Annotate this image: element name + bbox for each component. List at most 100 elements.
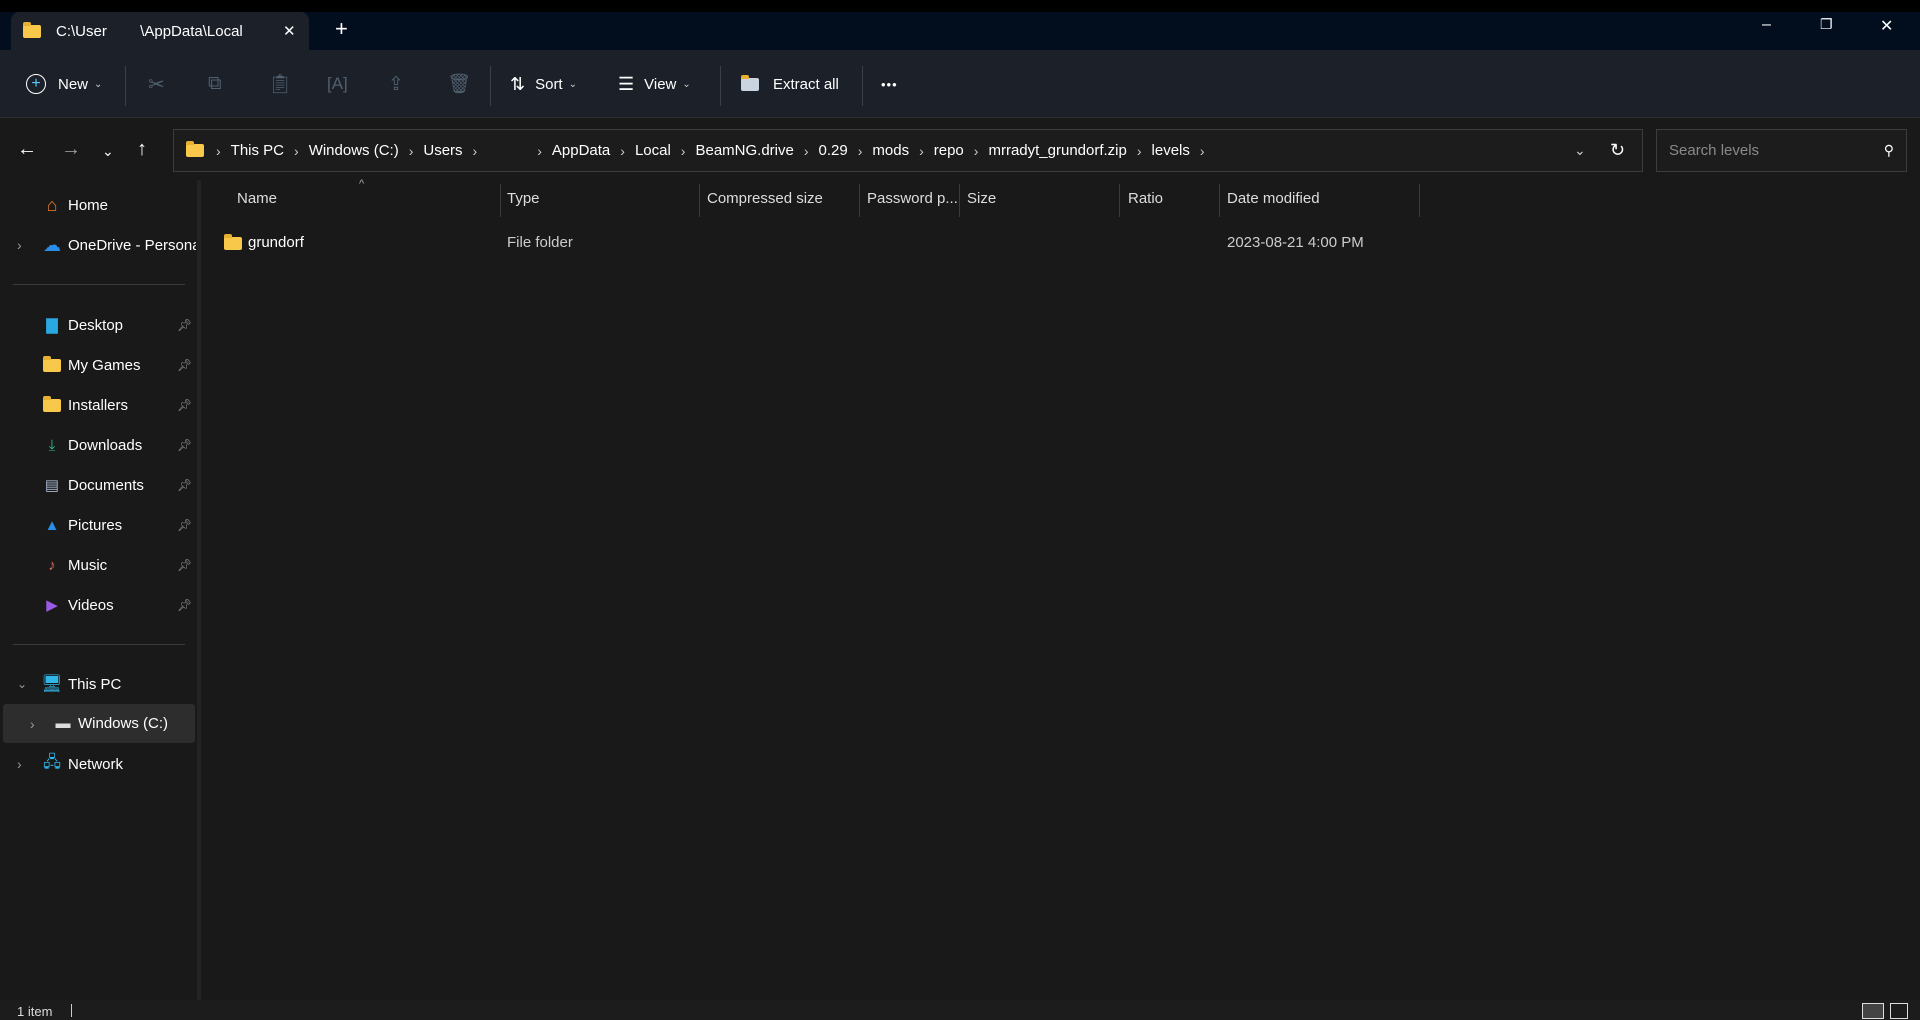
sidebar-item-videos[interactable]: ▶ Videos 📌︎	[0, 587, 195, 623]
breadcrumb-item[interactable]: Users	[423, 142, 462, 159]
address-dropdown[interactable]: ⌄	[1574, 142, 1586, 159]
pin-icon[interactable]: 📌︎	[177, 558, 192, 572]
sidebar-item-this-pc[interactable]: ⌄ 🖥︎ This PC	[0, 666, 195, 702]
address-bar[interactable]: › This PC › Windows (C:) › Users › › AppData › Lo…	[173, 129, 1643, 172]
column-header[interactable]: Compressed size	[707, 190, 823, 207]
column-resize-handle[interactable]	[959, 184, 960, 217]
back-button[interactable]: ←	[17, 138, 37, 161]
column-resize-handle[interactable]	[500, 184, 501, 217]
divider	[13, 644, 185, 645]
rename-icon[interactable]: [A]	[327, 50, 348, 118]
more-button[interactable]: •••	[881, 50, 898, 118]
cut-icon[interactable]: ✂	[148, 50, 165, 118]
chevron-right-icon[interactable]: ›	[17, 756, 22, 772]
breadcrumb-item[interactable]: Local	[635, 142, 671, 159]
minimize-button[interactable]: –	[1762, 16, 1771, 34]
restore-button[interactable]: ❐	[1820, 16, 1833, 33]
breadcrumb-item[interactable]: repo	[934, 142, 964, 159]
chevron-right-icon[interactable]: ›	[620, 143, 625, 159]
chevron-right-icon[interactable]: ›	[17, 237, 22, 253]
breadcrumb-item[interactable]: mods	[872, 142, 909, 159]
large-icons-view-button[interactable]	[1890, 1003, 1908, 1019]
chevron-right-icon[interactable]: ›	[804, 143, 809, 159]
chevron-right-icon[interactable]: ›	[1137, 143, 1142, 159]
search-box[interactable]: ⚲	[1656, 129, 1907, 172]
copy-icon[interactable]: ⧉	[208, 50, 222, 118]
view-button[interactable]: ☰ View ⌄	[618, 50, 691, 118]
pin-icon[interactable]: 📌︎	[177, 478, 192, 492]
pin-icon[interactable]: 📌︎	[177, 438, 192, 452]
chevron-right-icon[interactable]: ›	[294, 143, 299, 159]
chevron-right-icon[interactable]: ›	[409, 143, 414, 159]
column-resize-handle[interactable]	[1219, 184, 1220, 217]
new-tab-button[interactable]: +	[335, 16, 348, 42]
chevron-down-icon[interactable]: ⌄	[17, 677, 27, 691]
breadcrumb-item[interactable]: levels	[1152, 142, 1190, 159]
chevron-right-icon[interactable]: ›	[858, 143, 863, 159]
chevron-right-icon[interactable]: ›	[919, 143, 924, 159]
breadcrumb-item[interactable]: BeamNG.drive	[695, 142, 793, 159]
column-header[interactable]: Type	[507, 190, 540, 207]
pin-icon[interactable]: 📌︎	[177, 358, 192, 372]
paste-icon[interactable]: 📋︎	[268, 50, 292, 118]
breadcrumb-item[interactable]: This PC	[231, 142, 284, 159]
divider	[71, 1004, 72, 1017]
new-button[interactable]: + New ⌄	[26, 50, 102, 118]
chevron-right-icon[interactable]: ›	[30, 716, 35, 732]
file-row[interactable]: grundorf File folder 2023-08-21 4:00 PM	[210, 230, 1910, 256]
breadcrumb-item[interactable]: 0.29	[819, 142, 848, 159]
breadcrumb-item[interactable]: Windows (C:)	[309, 142, 399, 159]
column-header[interactable]: Password p...	[867, 190, 958, 207]
extract-all-button[interactable]: Extract all	[741, 50, 839, 118]
sidebar-item-my-games[interactable]: My Games 📌︎	[0, 347, 195, 383]
sidebar-item-desktop[interactable]: ▇ Desktop 📌︎	[0, 307, 195, 343]
column-resize-handle[interactable]	[1419, 184, 1420, 217]
forward-button[interactable]: →	[61, 138, 81, 161]
pin-icon[interactable]: 📌︎	[177, 518, 192, 532]
close-button[interactable]: ✕	[1880, 16, 1893, 36]
breadcrumb: This PC › Windows (C:) › Users › › AppData › Loca…	[231, 142, 1215, 159]
refresh-icon[interactable]: ↻	[1610, 140, 1625, 161]
sidebar-item-installers[interactable]: Installers 📌︎	[0, 387, 195, 423]
chevron-down-icon: ⌄	[94, 78, 103, 90]
details-view-button[interactable]	[1862, 1003, 1884, 1019]
column-header[interactable]: Ratio	[1128, 190, 1163, 207]
tab-close-icon[interactable]: ✕	[283, 22, 296, 40]
tab-current[interactable]: C:\User \AppData\Local ✕	[11, 12, 309, 50]
breadcrumb-item[interactable]: AppData	[552, 142, 610, 159]
label: Network	[68, 755, 124, 773]
sidebar-item-pictures[interactable]: ▲ Pictures 📌︎	[0, 507, 195, 543]
column-header[interactable]: Name	[237, 190, 277, 207]
column-header[interactable]: Date modified	[1227, 190, 1320, 207]
sort-button[interactable]: ⇅ Sort ⌄	[510, 50, 577, 118]
sidebar-item-home[interactable]: ⌂ Home	[0, 187, 195, 223]
sidebar-item-music[interactable]: ♪ Music 📌︎	[0, 547, 195, 583]
recent-dropdown[interactable]: ⌄	[102, 143, 114, 160]
chevron-right-icon[interactable]: ›	[473, 143, 478, 159]
delete-icon[interactable]: 🗑︎	[447, 50, 471, 118]
column-resize-handle[interactable]	[859, 184, 860, 217]
pin-icon[interactable]: 📌︎	[177, 598, 192, 612]
search-input[interactable]	[1669, 142, 1869, 159]
sidebar-item-downloads[interactable]: ⤓ Downloads 📌︎	[0, 427, 195, 463]
chevron-right-icon[interactable]: ›	[537, 143, 542, 159]
share-icon[interactable]: ⇪	[388, 50, 404, 118]
column-resize-handle[interactable]	[1119, 184, 1120, 217]
pin-icon[interactable]: 📌︎	[177, 318, 192, 332]
chevron-right-icon[interactable]: ›	[974, 143, 979, 159]
column-resize-handle[interactable]	[699, 184, 700, 217]
search-icon: ⚲	[1883, 142, 1894, 158]
chevron-right-icon[interactable]: ›	[1200, 143, 1205, 159]
pin-icon[interactable]: 📌︎	[177, 398, 192, 412]
breadcrumb-item[interactable]: mrradyt_grundorf.zip	[988, 142, 1126, 159]
sidebar-item-documents[interactable]: ▤ Documents 📌︎	[0, 467, 195, 503]
pane-splitter[interactable]	[197, 180, 201, 1000]
sidebar-item-drive-c[interactable]: › ▬ Windows (C:)	[3, 704, 195, 743]
chevron-right-icon[interactable]: ›	[681, 143, 686, 159]
network-icon: 🖧	[43, 753, 61, 771]
divider	[13, 284, 185, 285]
up-button[interactable]: ↑	[137, 138, 147, 161]
sidebar-item-network[interactable]: › 🖧 Network	[0, 746, 195, 782]
sidebar-item-onedrive[interactable]: › ☁ OneDrive - Persona	[0, 227, 196, 263]
column-header[interactable]: Size	[967, 190, 996, 207]
